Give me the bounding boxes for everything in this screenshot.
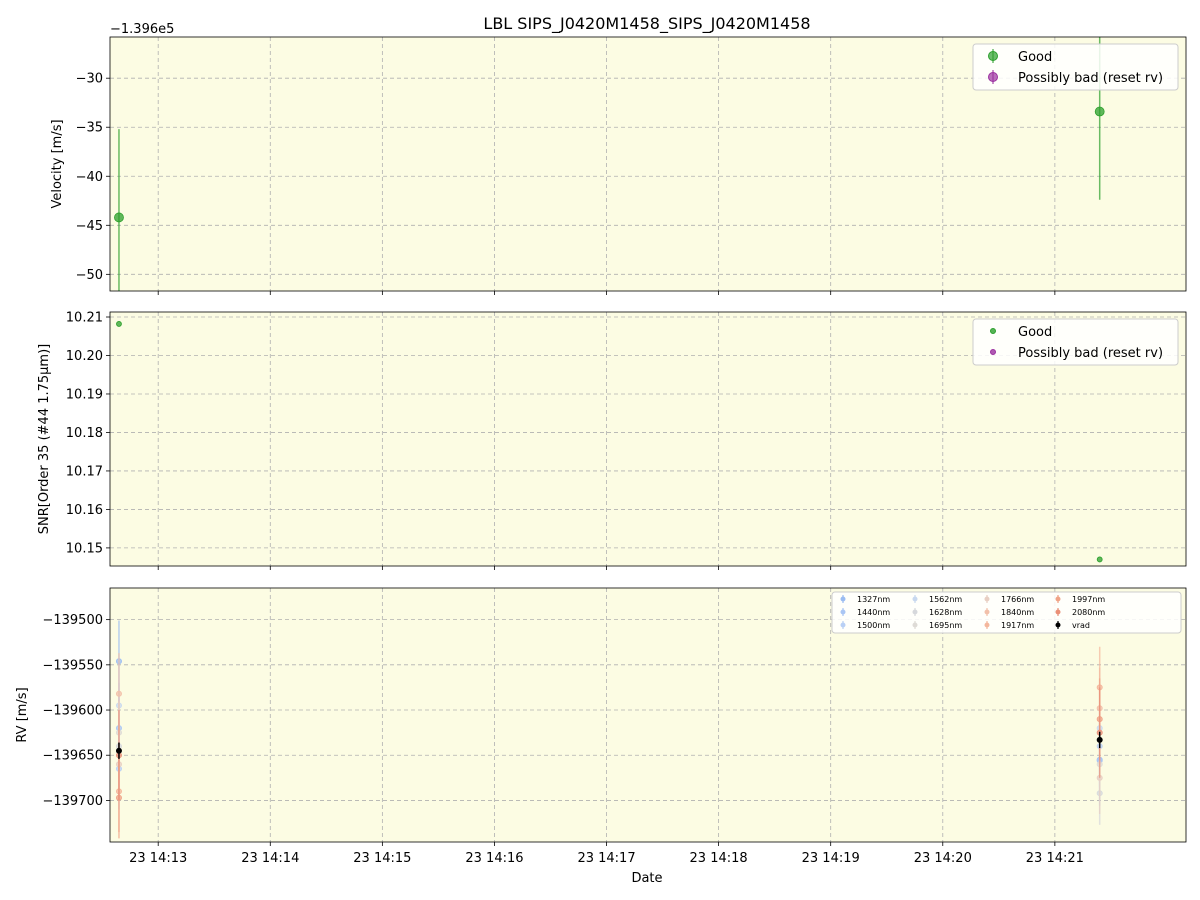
y-tick-label: −139550 [42, 658, 103, 673]
y-tick-label: −139500 [42, 613, 103, 628]
legend-marker [988, 51, 998, 61]
legend-marker [912, 609, 918, 615]
data-point [1094, 106, 1105, 117]
x-axis-label: Date [631, 871, 662, 886]
legend-marker [988, 72, 998, 82]
velocity-panel: −50 −45 −40 −35 −30 Velocity [m/s] −1.396e5 Goo… [50, 22, 1187, 295]
legend-marker [1055, 596, 1061, 602]
x-tick-label: 23 14:17 [577, 851, 635, 866]
y-tick-label: −50 [76, 268, 103, 283]
legend-label: 1327nm [857, 595, 890, 604]
y-tick-label: 10.15 [66, 541, 103, 556]
x-tick-label: 23 14:13 [129, 851, 187, 866]
legend-marker [912, 596, 918, 602]
x-tick-label: 23 14:20 [914, 851, 972, 866]
x-tick-label: 23 14:15 [353, 851, 411, 866]
legend-label: 1695nm [929, 621, 962, 630]
legend-label: Possibly bad (reset rv) [1018, 346, 1163, 361]
legend-label: 2080nm [1072, 608, 1105, 617]
legend-label: 1840nm [1001, 608, 1034, 617]
y-tick-label: −139600 [42, 704, 103, 719]
y-tick-label: −30 [76, 72, 103, 87]
x-tick-label: 23 14:18 [690, 851, 748, 866]
y-tick-label: 10.17 [66, 464, 103, 479]
snr-panel: 10.15 10.16 10.17 10.18 10.19 10.20 10.21 SNR[O… [37, 311, 1187, 570]
y-tick-label: 10.16 [66, 503, 103, 518]
legend-label: 1766nm [1001, 595, 1034, 604]
y-axis-label: RV [m/s] [15, 687, 30, 742]
legend-marker [990, 349, 996, 355]
y-tick-label: −139700 [42, 794, 103, 809]
y-tick-label: −40 [76, 170, 103, 185]
legend-marker [1055, 609, 1061, 615]
y-tick-label: 10.18 [66, 426, 103, 441]
legend-label: 1997nm [1072, 595, 1105, 604]
legend-label: 1500nm [857, 621, 890, 630]
chart-title: LBL SIPS_J0420M1458_SIPS_J0420M1458 [483, 14, 810, 34]
rv-panel: 23 14:13 23 14:14 23 14:15 23 14:16 23 14:17… [15, 587, 1187, 866]
y-tick-label: −45 [76, 219, 103, 234]
legend-marker [912, 622, 918, 628]
legend-marker [840, 609, 846, 615]
y-tick-label: 10.19 [66, 387, 103, 402]
x-tick-label: 23 14:14 [241, 851, 299, 866]
legend-marker [840, 596, 846, 602]
legend-label: 1440nm [857, 608, 890, 617]
legend-label: Possibly bad (reset rv) [1018, 71, 1163, 86]
y-axis-label: SNR[Order 35 (#44 1.75μm)] [37, 344, 52, 535]
data-point [114, 212, 124, 223]
y-tick-label: −139650 [42, 749, 103, 764]
legend-label: 1628nm [929, 608, 962, 617]
legend-label: Good [1018, 325, 1052, 340]
x-tick-label: 23 14:16 [465, 851, 523, 866]
legend-label: vrad [1072, 621, 1090, 630]
legend-marker [1055, 622, 1061, 628]
data-point [1096, 736, 1103, 743]
y-tick-label: 10.21 [66, 311, 103, 326]
legend-marker [990, 328, 996, 334]
legend-label: 1562nm [929, 595, 962, 604]
data-point [115, 690, 122, 697]
y-axis-label: Velocity [m/s] [50, 119, 65, 208]
legend-label: 1917nm [1001, 621, 1034, 630]
legend-label: Good [1018, 50, 1052, 65]
x-tick-label: 23 14:21 [1026, 851, 1084, 866]
y-offset-label: −1.396e5 [110, 22, 174, 37]
data-point [115, 747, 122, 754]
data-point [116, 321, 122, 327]
y-tick-label: −35 [76, 121, 103, 136]
legend-marker [984, 609, 990, 615]
legend-marker [984, 596, 990, 602]
x-tick-label: 23 14:19 [802, 851, 860, 866]
y-tick-label: 10.20 [66, 349, 103, 364]
figure: LBL SIPS_J0420M1458_SIPS_J0420M1458 −50−… [15, 14, 1187, 886]
legend-marker [840, 622, 846, 628]
legend-marker [984, 622, 990, 628]
data-point [1096, 556, 1103, 563]
